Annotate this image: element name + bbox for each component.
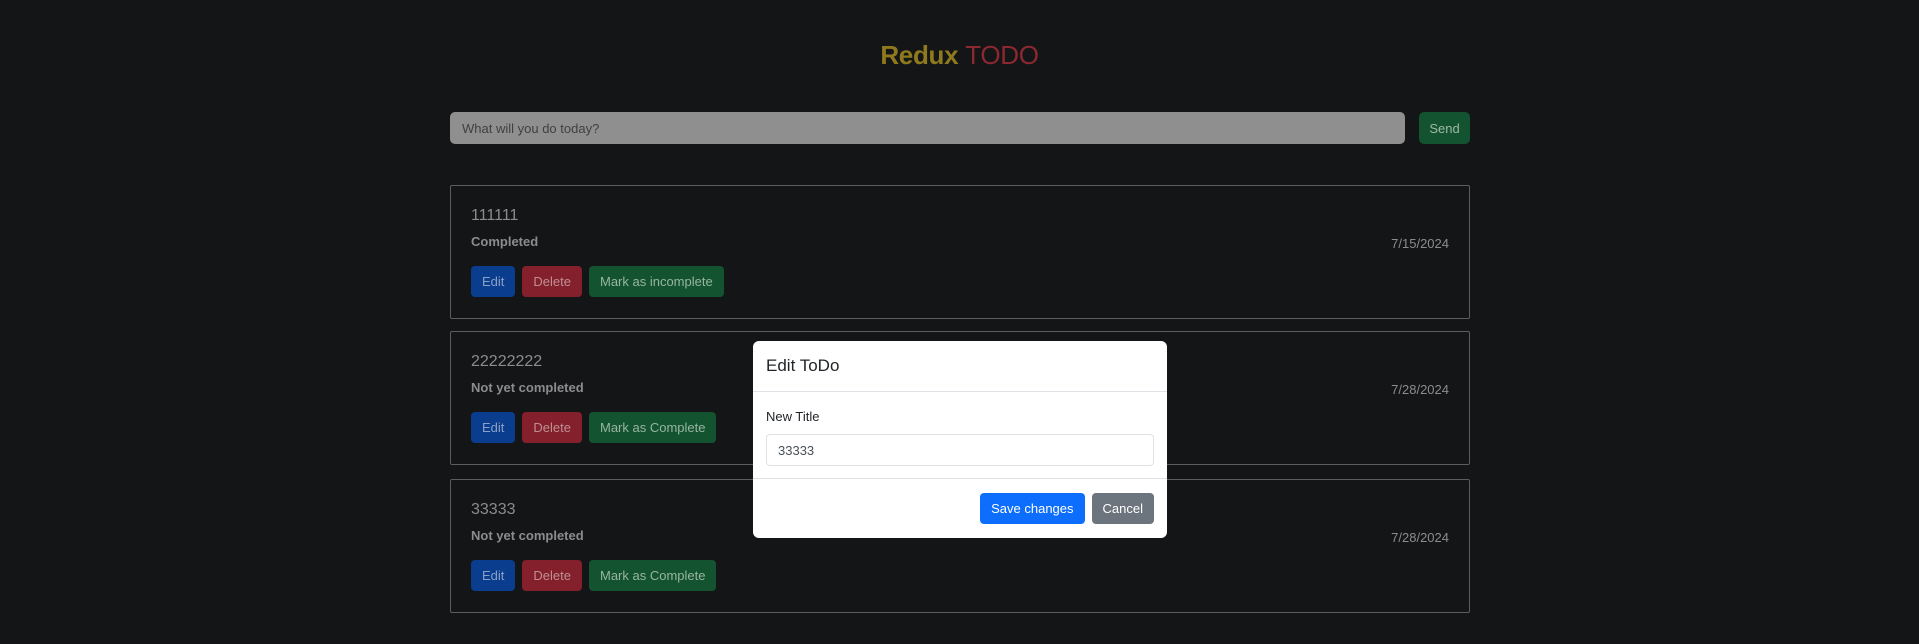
delete-button[interactable]: Delete — [522, 266, 582, 297]
todo-title: 111111 — [471, 207, 519, 224]
modal-title: Edit ToDo — [753, 341, 1167, 392]
title-word-todo: TODO — [965, 40, 1039, 70]
todo-status: Completed — [471, 234, 539, 249]
page-title: Redux TODO — [0, 40, 1919, 71]
todo-title: 22222222 — [471, 353, 543, 370]
send-button[interactable]: Send — [1419, 112, 1470, 144]
todo-status: Not yet completed — [471, 380, 584, 395]
todo-date: 7/28/2024 — [1391, 382, 1449, 397]
todo-date: 7/28/2024 — [1391, 530, 1449, 545]
new-title-input[interactable] — [766, 434, 1154, 466]
cancel-button[interactable]: Cancel — [1091, 493, 1154, 524]
delete-button[interactable]: Delete — [522, 412, 582, 443]
add-todo-form: Send — [450, 112, 1470, 144]
mark-incomplete-button[interactable]: Mark as incomplete — [588, 266, 724, 297]
edit-todo-modal: Edit ToDo New Title Save changes Cancel — [753, 341, 1167, 538]
todo-title: 33333 — [471, 501, 516, 518]
save-changes-button[interactable]: Save changes — [980, 493, 1085, 524]
todo-status: Not yet completed — [471, 528, 584, 543]
app-page: Redux TODO Send 111111 Completed 7/15/20… — [0, 0, 1919, 644]
todo-date: 7/15/2024 — [1391, 236, 1449, 251]
title-word-redux: Redux — [880, 40, 959, 70]
modal-footer: Save changes Cancel — [980, 493, 1154, 524]
new-title-label: New Title — [766, 409, 820, 424]
delete-button[interactable]: Delete — [522, 560, 582, 591]
mark-complete-button[interactable]: Mark as Complete — [588, 412, 717, 443]
todo-actions: Edit Delete Mark as Complete — [471, 412, 723, 443]
todo-actions: Edit Delete Mark as incomplete — [471, 266, 731, 297]
new-todo-input[interactable] — [450, 112, 1405, 144]
edit-button[interactable]: Edit — [471, 412, 516, 443]
edit-button[interactable]: Edit — [471, 560, 516, 591]
todo-actions: Edit Delete Mark as Complete — [471, 560, 723, 591]
mark-complete-button[interactable]: Mark as Complete — [588, 560, 717, 591]
modal-body: New Title — [753, 392, 1167, 479]
edit-button[interactable]: Edit — [471, 266, 516, 297]
todo-card: 111111 Completed 7/15/2024 Edit Delete M… — [450, 185, 1470, 319]
